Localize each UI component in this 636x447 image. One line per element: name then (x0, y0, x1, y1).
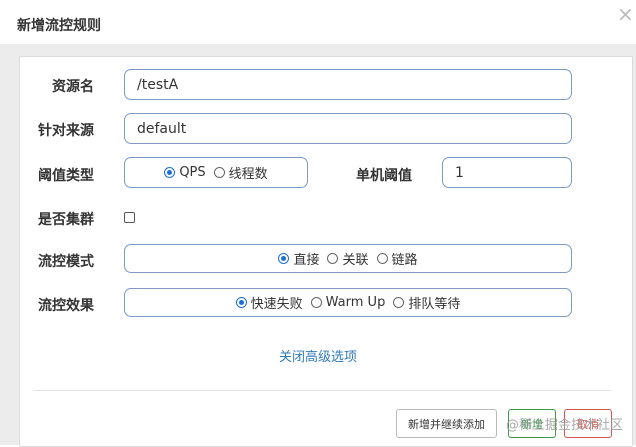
radio-direct-label: 直接 (293, 253, 320, 268)
radio-related-label: 关联 (342, 253, 369, 268)
radio-thread-count[interactable]: 线程数 (213, 163, 268, 182)
control-mode-group: 直接 关联 链路 (124, 244, 572, 273)
threshold-type-group: QPS 线程数 (124, 157, 308, 188)
cluster-checkbox[interactable] (124, 212, 135, 223)
radio-queue-label: 排队等待 (408, 297, 461, 312)
radio-chain[interactable]: 链路 (376, 249, 418, 268)
radio-related[interactable]: 关联 (327, 249, 369, 268)
radio-fast-fail[interactable]: 快速失败 (235, 293, 303, 312)
radio-chain-label: 链路 (391, 253, 418, 268)
radio-thread-count-label: 线程数 (228, 167, 268, 182)
radio-related-dot (327, 253, 339, 264)
source-input-value: default (137, 120, 187, 137)
resource-label: 资源名 (52, 79, 94, 95)
radio-chain-dot (376, 253, 388, 264)
radio-direct[interactable]: 直接 (278, 249, 319, 268)
radio-qps-dot (164, 167, 176, 178)
radio-qps[interactable]: QPS (164, 165, 206, 180)
single-threshold-value: 1 (455, 164, 464, 181)
dialog-title: 新增流控规则 (17, 18, 101, 34)
control-effect-label: 流控效果 (38, 298, 94, 314)
flow-rule-dialog: 新增流控规则 × 资源名 /testA 针对来源 default 阈值类型 QP… (0, 0, 636, 447)
add-continue-button[interactable]: 新增并继续添加 (396, 409, 497, 438)
control-effect-group: 快速失败 Warm Up 排队等待 (124, 288, 572, 317)
cluster-label: 是否集群 (38, 212, 94, 228)
radio-warm-up-dot (310, 297, 322, 308)
watermark: @稀土掘金技术社区 (506, 418, 624, 433)
source-input[interactable]: default (124, 113, 572, 144)
control-mode-label: 流控模式 (38, 254, 94, 270)
radio-fast-fail-label: 快速失败 (250, 297, 303, 312)
single-threshold-label: 单机阈值 (356, 168, 412, 184)
radio-direct-dot (278, 253, 290, 264)
close-icon[interactable]: × (617, 4, 634, 24)
radio-queue[interactable]: 排队等待 (393, 293, 460, 312)
footer-divider (33, 390, 611, 391)
radio-warm-up-label: Warm Up (325, 295, 386, 310)
resource-input[interactable]: /testA (124, 69, 572, 100)
source-label: 针对来源 (38, 123, 94, 139)
advanced-options-toggle[interactable]: 关闭高级选项 (279, 346, 357, 365)
radio-fast-fail-dot (235, 297, 247, 308)
radio-queue-dot (393, 297, 405, 308)
resource-input-value: /testA (137, 76, 179, 93)
radio-warm-up[interactable]: Warm Up (310, 295, 386, 310)
threshold-type-label: 阈值类型 (38, 168, 94, 184)
radio-qps-label: QPS (179, 165, 206, 180)
radio-thread-count-dot (213, 167, 225, 178)
single-threshold-input[interactable]: 1 (442, 157, 572, 188)
